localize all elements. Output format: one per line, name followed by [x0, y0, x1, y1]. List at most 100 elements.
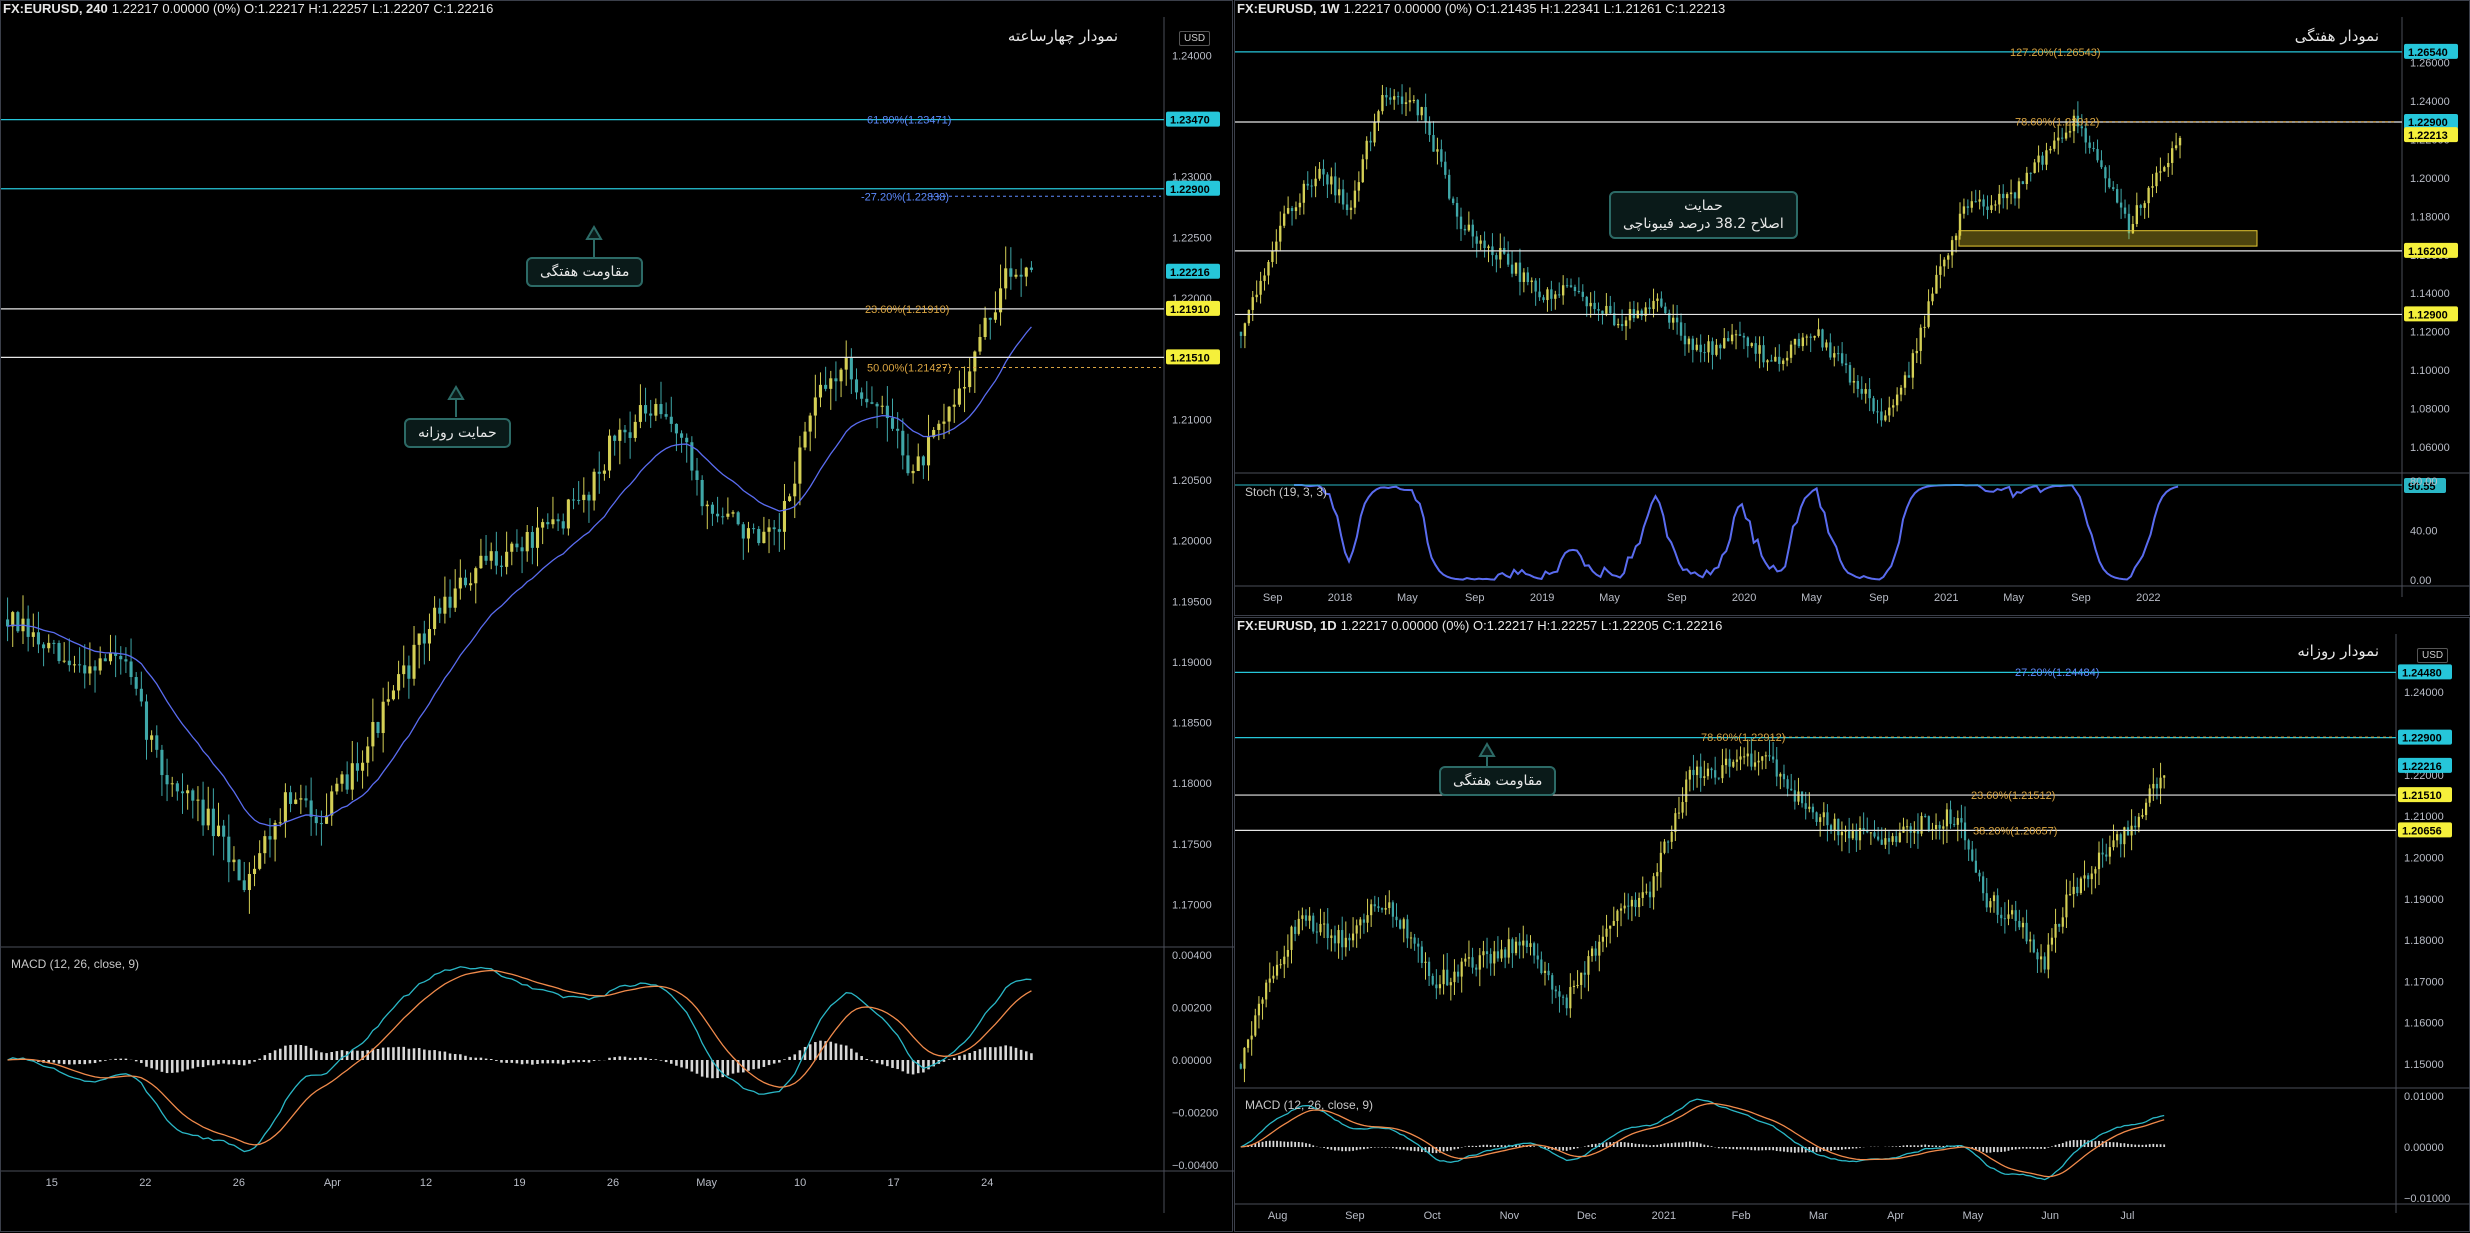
candle-body: [1727, 338, 1730, 342]
candle-body: [818, 384, 823, 398]
candle-body: [26, 618, 30, 637]
candle-body: [144, 701, 149, 740]
h4-chart-pane[interactable]: FX:EURUSD, 240 1.22217 0.00000 (0%) O:1.2…: [0, 0, 1234, 1233]
candle-body: [124, 659, 128, 662]
d1-chart-pane[interactable]: FX:EURUSD, 1D 1.22217 0.00000 (0%) O:1.22…: [1234, 617, 2470, 1232]
candle-body: [206, 808, 210, 826]
candle-body: [2003, 918, 2006, 920]
candle-body: [443, 596, 447, 614]
candle-body: [2021, 181, 2025, 185]
y-tick-label: 1.14000: [2410, 288, 2450, 300]
candle-body: [289, 792, 293, 804]
x-tick-label: 24: [981, 1177, 993, 1189]
x-tick-label: 2021: [1652, 1210, 1676, 1222]
w1-chart-svg[interactable]: 1.260001.240001.220001.200001.180001.160…: [1235, 1, 2470, 617]
candle-body: [1453, 971, 1456, 983]
x-tick-label: Sep: [1465, 592, 1485, 604]
candle-body: [2141, 815, 2144, 817]
candle-body: [2013, 192, 2017, 199]
fib-level-label: 23.60%(1.21910): [865, 304, 949, 316]
candle-body: [2155, 783, 2159, 789]
candle-body: [2155, 172, 2158, 187]
candle-body: [983, 317, 987, 338]
candle-body: [1970, 201, 1973, 208]
candle-body: [57, 642, 61, 662]
candle-body: [1577, 291, 1581, 293]
candle-body: [2087, 875, 2090, 880]
h4-chart-title: نمودار چهارساعته: [1007, 27, 1118, 45]
candle-body: [427, 629, 432, 644]
d1-chart-svg[interactable]: 1.240001.230001.220001.210001.200001.190…: [1235, 618, 2470, 1233]
candle-body: [1561, 285, 1565, 296]
candle-body: [1451, 198, 1455, 203]
candle-body: [1778, 356, 1781, 364]
candle-body: [155, 735, 159, 750]
y-tick-label: 1.12000: [2410, 327, 2450, 339]
w1-callout-line2: اصلاح 38.2 درصد فیبوناچی: [1623, 216, 1784, 232]
y-tick-label: 1.10000: [2410, 365, 2450, 377]
candle-body: [1381, 95, 1384, 112]
candle-body: [1585, 296, 1588, 307]
candle-body: [1412, 99, 1416, 101]
w1-chart-pane[interactable]: FX:EURUSD, 1W 1.22217 0.00000 (0%) O:1.21…: [1234, 0, 2470, 616]
candle-body: [417, 633, 421, 645]
candle-body: [1956, 818, 1959, 825]
candle-body: [1239, 331, 1243, 336]
candle-body: [1998, 193, 2001, 205]
candle-body: [2170, 148, 2174, 163]
x-tick-label: 26: [607, 1177, 619, 1189]
candle-body: [638, 405, 642, 422]
candle-body: [1399, 920, 1402, 929]
candle-body: [644, 405, 648, 414]
y-tick-label: 1.19500: [1172, 596, 1212, 608]
candle-body: [2068, 131, 2072, 133]
candle-body: [535, 527, 540, 548]
price-tag-label: 1.20656: [2402, 825, 2442, 837]
fib-level-label: 61.80%(1.23471): [867, 115, 951, 127]
candle-body: [1518, 262, 1522, 282]
candle-body: [1483, 240, 1486, 249]
candle-body: [165, 775, 169, 785]
candle-body: [1674, 813, 1677, 833]
candle-body: [1899, 387, 1903, 395]
candle-body: [556, 519, 560, 522]
candle-body: [489, 551, 493, 561]
fib-level-label: 27.20%(1.24484): [2015, 667, 2099, 679]
candle-body: [1369, 140, 1372, 143]
candle-body: [1809, 336, 1812, 338]
candle-body: [520, 547, 524, 552]
price-tag-label: 1.26540: [2408, 47, 2448, 59]
candle-body: [2072, 886, 2075, 895]
candle-body: [1251, 297, 1254, 311]
candle-body: [1869, 832, 1872, 834]
candle-body: [42, 644, 46, 649]
candle-body: [484, 555, 488, 561]
x-tick-label: 17: [888, 1177, 900, 1189]
x-tick-label: Feb: [1732, 1210, 1751, 1222]
candle-body: [1533, 943, 1536, 956]
candle-body: [1525, 940, 1528, 947]
candle-body: [2043, 956, 2046, 970]
candle-body: [1939, 266, 1942, 275]
candle-body: [1312, 915, 1315, 932]
candle-body: [1301, 915, 1304, 919]
candle-body: [2054, 923, 2057, 938]
candle-body: [602, 470, 606, 474]
y-tick-label: 1.24000: [2404, 687, 2444, 699]
candle-body: [1907, 375, 1911, 378]
candle-body: [993, 312, 997, 320]
candle-body: [829, 378, 833, 389]
x-tick-label: 2022: [2136, 592, 2160, 604]
h4-chart-svg[interactable]: 1.240001.235001.230001.225001.220001.215…: [1, 1, 1234, 1233]
candle-body: [1601, 310, 1604, 314]
candle-body: [67, 660, 71, 666]
x-tick-label: Jun: [2041, 1210, 2059, 1222]
candle-body: [2115, 189, 2119, 203]
candle-body: [376, 722, 380, 734]
candle-body: [1880, 839, 1883, 845]
y-tick-label: 1.16000: [2404, 1018, 2444, 1030]
candle-body: [1753, 762, 1757, 767]
candle-body: [2050, 937, 2054, 945]
candle-body: [1982, 876, 1985, 894]
candle-body: [1804, 803, 1807, 809]
